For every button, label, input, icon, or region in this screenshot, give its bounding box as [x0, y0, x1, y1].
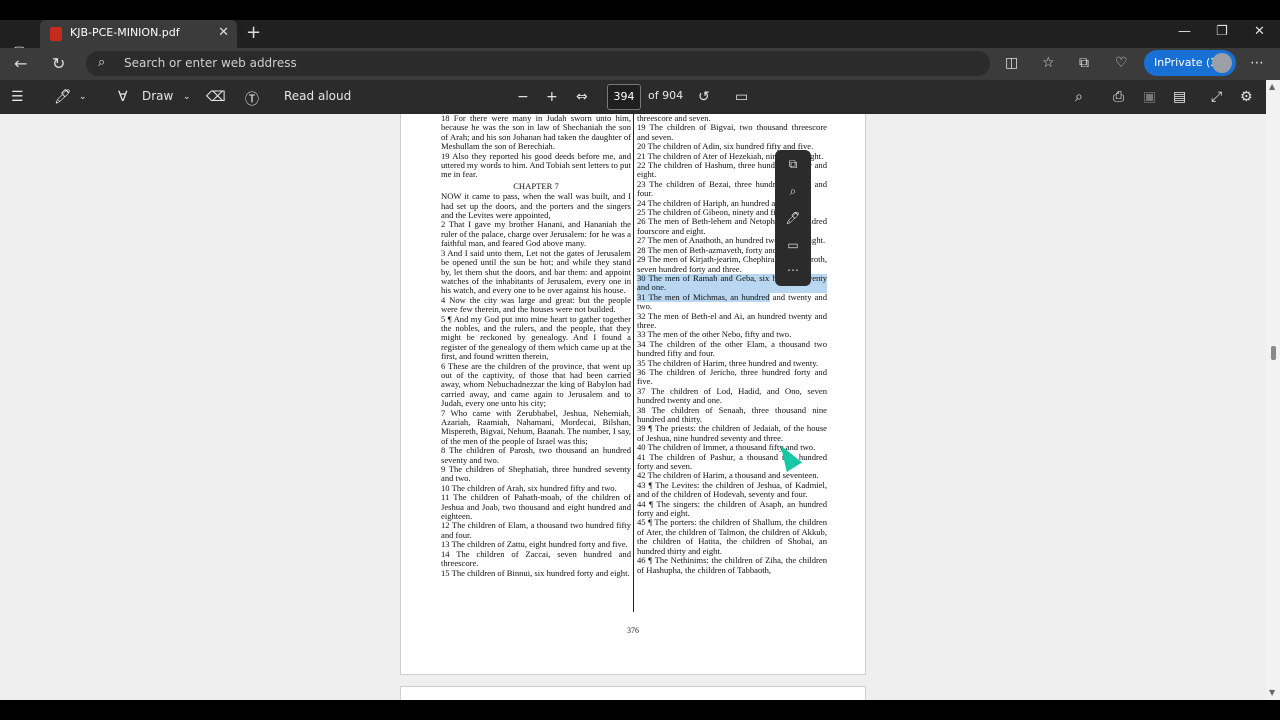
- chapter-heading: CHAPTER 7: [513, 180, 559, 191]
- verse: 38 The children of Senaah, three thousan…: [637, 404, 827, 424]
- refresh-icon[interactable]: ↻: [52, 54, 65, 73]
- new-tab-button[interactable]: +: [246, 22, 261, 43]
- search-icon[interactable]: ⌕: [775, 184, 811, 199]
- address-bar-row: ← ↻ ⌕ Search or enter web address ◫ ☆ ⧉ …: [0, 48, 1280, 80]
- back-icon[interactable]: ←: [14, 54, 27, 73]
- verse: 32 The men of Beth-el and Ai, an hundred…: [637, 310, 827, 330]
- chevron-down-icon[interactable]: ⌄: [79, 92, 87, 102]
- minimize-button[interactable]: —: [1178, 24, 1191, 39]
- tab-pdf[interactable]: KJB-PCE-MINION.pdf ✕: [40, 20, 237, 48]
- verse: 18 For there were many in Judah sworn un…: [441, 114, 631, 152]
- verse: 8 The children of Parosh, two thousand a…: [441, 445, 631, 465]
- left-column: 18 For there were many in Judah sworn un…: [441, 114, 631, 578]
- page-number-label: 376: [627, 626, 639, 635]
- collections-icon[interactable]: ⧉: [1079, 55, 1089, 71]
- verse: 37 The children of Lod, Hadid, and Ono, …: [637, 385, 827, 406]
- tab-title: KJB-PCE-MINION.pdf: [70, 26, 180, 39]
- pdf-viewer[interactable]: 18 For there were many in Judah sworn un…: [0, 114, 1266, 700]
- verse: 45 ¶ The porters: the children of Shallu…: [637, 517, 827, 556]
- verse: NOW it came to pass, when the wall was b…: [441, 191, 631, 221]
- column-divider: [633, 114, 634, 612]
- verse: 44 ¶ The singers: the children of Asaph,…: [637, 498, 827, 519]
- print-icon[interactable]: ⎙: [1113, 89, 1124, 105]
- pdf-toolbar: ☰ 🖊 ⌄ ∀ Draw ⌄ ⌫ Ⓣ Read aloud − + ⇔ 394 …: [0, 80, 1280, 114]
- zoom-out-icon[interactable]: −: [517, 89, 529, 105]
- verse: 34 The children of the other Elam, a tho…: [637, 338, 827, 359]
- verse: 5 ¶ And my God put into mine heart to ga…: [441, 313, 631, 362]
- verse: 12 The children of Elam, a thousand two …: [441, 520, 631, 540]
- draw-label[interactable]: Draw: [142, 89, 173, 103]
- scroll-thumb[interactable]: [1271, 346, 1276, 360]
- highlight-icon[interactable]: 🖊: [54, 89, 72, 105]
- verse: 3 And I said unto them, Let not the gate…: [441, 247, 631, 296]
- zoom-in-icon[interactable]: +: [546, 89, 558, 105]
- highlighted-verse-partial[interactable]: 31 The men of Michmas, an hundred and tw…: [637, 291, 827, 312]
- selection-highlight[interactable]: 31 The men of Michmas, an hundred: [637, 291, 770, 302]
- verse: 7 Who came with Zerubbabel, Jeshua, Nehe…: [441, 407, 631, 446]
- comment-icon[interactable]: ▭: [775, 238, 811, 252]
- verse: 2 That I gave my brother Hanani, and Han…: [441, 219, 631, 249]
- browser-essentials-icon[interactable]: ♡: [1115, 55, 1128, 71]
- verse: 15 The children of Binnui, six hundred f…: [441, 567, 630, 578]
- address-placeholder: Search or enter web address: [124, 56, 297, 70]
- settings-gear-icon[interactable]: ⚙: [1240, 89, 1253, 105]
- search-icon: ⌕: [98, 55, 106, 70]
- selection-toolbar: ⧉ ⌕ 🖊 ▭ ⋯: [775, 150, 811, 286]
- pdf-file-icon: [50, 27, 62, 41]
- scroll-up-icon[interactable]: ▲: [1269, 82, 1275, 91]
- contents-icon[interactable]: ☰: [11, 89, 24, 105]
- text-icon[interactable]: Ⓣ: [245, 89, 259, 109]
- close-window-button[interactable]: ✕: [1254, 24, 1265, 39]
- draw-icon[interactable]: ∀: [118, 89, 128, 105]
- more-options-icon[interactable]: ⋯: [775, 263, 811, 277]
- verse: 11 The children of Pahath-moab, of the c…: [441, 492, 631, 522]
- verse: 39 ¶ The priests: the children of Jedaia…: [637, 423, 827, 443]
- next-pdf-page: [400, 686, 866, 700]
- verse: 36 The children of Jericho, three hundre…: [637, 366, 827, 387]
- restore-button[interactable]: ❐: [1216, 24, 1228, 39]
- page-total: of 904: [648, 89, 684, 102]
- erase-icon[interactable]: ⌫: [206, 89, 226, 105]
- address-input[interactable]: ⌕ Search or enter web address: [86, 51, 990, 76]
- find-icon[interactable]: ⌕: [1075, 89, 1083, 105]
- chevron-down-icon[interactable]: ⌄: [183, 92, 191, 102]
- split-screen-icon[interactable]: ◫: [1005, 55, 1018, 71]
- vertical-scrollbar[interactable]: ▲ ▼: [1266, 80, 1280, 700]
- verse: 46 ¶ The Nethinims: the children of Ziha…: [637, 555, 827, 575]
- page-number-input[interactable]: 394: [607, 84, 641, 110]
- verse: 19 Also they reported his good deeds bef…: [441, 150, 631, 180]
- save-icon[interactable]: ▣: [1143, 89, 1156, 105]
- verse: 9 The children of Shephatiah, three hund…: [441, 464, 631, 484]
- avatar: [1212, 53, 1232, 73]
- fit-page-icon[interactable]: ⇔: [576, 89, 588, 105]
- page-view-icon[interactable]: ▭: [735, 89, 748, 105]
- favorites-icon[interactable]: ☆: [1042, 55, 1055, 71]
- fullscreen-icon[interactable]: ⤢: [1211, 89, 1222, 105]
- verse: 4 Now the city was large and great: but …: [441, 294, 631, 315]
- scroll-down-icon[interactable]: ▼: [1269, 688, 1275, 697]
- verse: 19 The children of Bigvai, two thousand …: [637, 122, 827, 142]
- inprivate-button[interactable]: InPrivate (2): [1144, 50, 1236, 76]
- copy-icon[interactable]: ⧉: [775, 157, 811, 172]
- verse: 43 ¶ The Levites: the children of Jeshua…: [637, 479, 827, 500]
- highlight-icon[interactable]: 🖊: [775, 211, 811, 225]
- tab-close-icon[interactable]: ✕: [218, 25, 229, 40]
- rotate-icon[interactable]: ↺: [698, 89, 710, 105]
- save-as-icon[interactable]: ▤: [1173, 89, 1186, 105]
- verse: 6 These are the children of the province…: [441, 360, 631, 409]
- verse: 14 The children of Zaccai, seven hundred…: [441, 548, 631, 569]
- more-options-icon[interactable]: ⋯: [1250, 55, 1264, 71]
- read-aloud-button[interactable]: Read aloud: [284, 89, 351, 103]
